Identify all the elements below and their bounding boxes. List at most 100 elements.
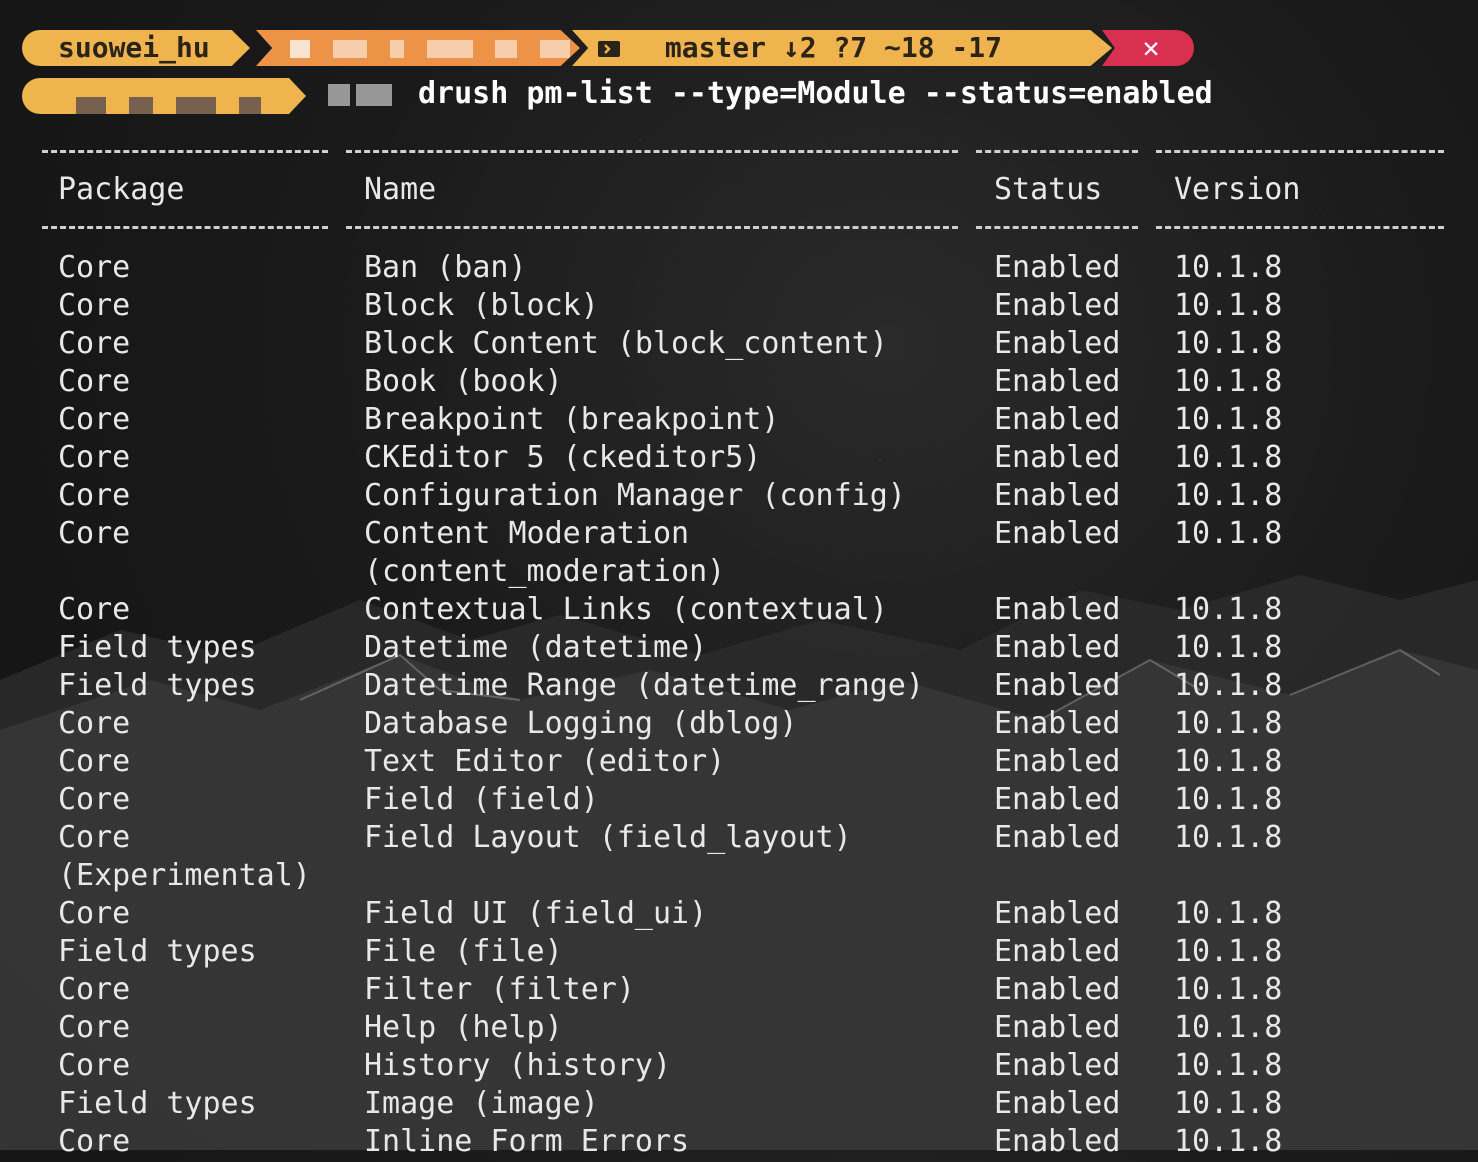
cell-version: 10.1.8 [1174,516,1283,551]
command-input[interactable]: drush pm-list --type=Module --status=ena… [418,76,1213,111]
cell-package: Core [58,782,131,817]
table-row: Field types Datetime Range (datetime_rang… [0,668,1478,706]
cell-version: 10.1.8 [1174,250,1283,285]
column-header-package: Package [58,172,185,207]
cell-status: Enabled [994,440,1121,475]
cell-name: CKEditor 5 (ckeditor5) [364,440,762,475]
cell-package: Core [58,326,131,361]
prompt-user: suowei_hu [58,31,210,64]
cell-name: Breakpoint (breakpoint) [364,402,780,437]
redacted-path [332,40,367,58]
cell-name: Block (block) [364,288,599,323]
prompt-directory-segment [256,30,580,66]
prompt-host-segment [22,78,306,114]
cell-name: Database Logging (dblog) [364,706,798,741]
table-row: Field types Image (image) Enabled 10.1.8 [0,1086,1478,1124]
table-rule [346,150,958,157]
table-rule [42,226,328,233]
table-row: Core CKEditor 5 (ckeditor5) Enabled 10.1.8 [0,440,1478,478]
cell-status: Enabled [994,250,1121,285]
cell-version: 10.1.8 [1174,934,1283,969]
cell-version: 10.1.8 [1174,668,1283,703]
cell-status: Enabled [994,1048,1121,1083]
cell-version: 10.1.8 [1174,820,1283,855]
cell-package: Core [58,1124,131,1159]
cell-package: Field types [58,934,257,969]
cell-package: Core [58,440,131,475]
table-rule [1156,150,1444,157]
cell-version: 10.1.8 [1174,782,1283,817]
redacted-prompt-symbol [328,84,400,110]
table-row: Core Field UI (field_ui) Enabled 10.1.8 [0,896,1478,934]
cell-package: Field types [58,1086,257,1121]
column-header-name: Name [364,172,437,207]
table-row: Core Ban (ban) Enabled 10.1.8 [0,250,1478,288]
table-row: Field types Datetime (datetime) Enabled 10.… [0,630,1478,668]
cell-status: Enabled [994,1124,1121,1159]
table-row: Core Breakpoint (breakpoint) Enabled 10.1.8 [0,402,1478,440]
cell-name: Field UI (field_ui) [364,896,708,931]
table-row: Core Text Editor (editor) Enabled 10.1.8 [0,744,1478,782]
cell-version: 10.1.8 [1174,288,1283,323]
cell-package: Core [58,478,131,513]
cell-name: File (file) [364,934,563,969]
folder-icon [290,40,310,58]
column-header-status: Status [994,172,1103,207]
terminal-window[interactable]: suowei_hu master ↓2 ?7 ~18 -17 ✕ drush p… [0,0,1478,1159]
table-rule [42,150,328,157]
cell-name: Datetime (datetime) [364,630,708,665]
cell-version: 10.1.8 [1174,1048,1283,1083]
cell-name: Configuration Manager (config) [364,478,906,513]
cell-package: Core [58,250,131,285]
table-row: Core Inline Form Errors Enabled 10.1.8 [0,1124,1478,1162]
cell-name: Block Content (block_content) [364,326,888,361]
cell-version: 10.1.8 [1174,364,1283,399]
table-row: Core Block (block) Enabled 10.1.8 [0,288,1478,326]
prompt-user-segment: suowei_hu [22,30,250,66]
table-row: (Experimental) [0,858,1478,896]
cell-package: Core [58,972,131,1007]
close-icon: ✕ [1142,31,1160,64]
cell-status: Enabled [994,402,1121,437]
cell-package: Core [58,402,131,437]
cell-status: Enabled [994,668,1121,703]
cell-status: Enabled [994,972,1121,1007]
cell-status: Enabled [994,1086,1121,1121]
cell-status: Enabled [994,1010,1121,1045]
table-row: Core Field (field) Enabled 10.1.8 [0,782,1478,820]
cell-status: Enabled [994,744,1121,779]
cell-package: Core [58,706,131,741]
cell-version: 10.1.8 [1174,402,1283,437]
cell-name: History (history) [364,1048,672,1083]
table-row: Core Book (book) Enabled 10.1.8 [0,364,1478,402]
table-row: Core Database Logging (dblog) Enabled 10.1.… [0,706,1478,744]
cell-name: Image (image) [364,1086,599,1121]
prompt-git-segment: master ↓2 ?7 ~18 -17 [572,30,1112,66]
cell-status: Enabled [994,934,1121,969]
cell-name: Help (help) [364,1010,563,1045]
redacted-host [76,97,106,114]
cell-name: Contextual Links (contextual) [364,592,888,627]
cell-package: Core [58,288,131,323]
cell-status: Enabled [994,478,1121,513]
cell-name: Content Moderation [364,516,690,551]
cell-name: Ban (ban) [364,250,527,285]
cell-name: Field (field) [364,782,599,817]
cell-version: 10.1.8 [1174,896,1283,931]
cell-version: 10.1.8 [1174,1010,1283,1045]
cell-version: 10.1.8 [1174,1124,1283,1159]
cell-status: Enabled [994,326,1121,361]
cell-status: Enabled [994,516,1121,551]
cell-version: 10.1.8 [1174,972,1283,1007]
cell-package: Core [58,516,131,551]
table-row: Core History (history) Enabled 10.1.8 [0,1048,1478,1086]
table-rule [346,226,958,233]
cell-version: 10.1.8 [1174,706,1283,741]
cell-name: Inline Form Errors [364,1124,690,1159]
cell-package: Core [58,592,131,627]
table-rule [976,150,1138,157]
cell-name: Book (book) [364,364,563,399]
table-row: Core Contextual Links (contextual) Enabled… [0,592,1478,630]
cell-package: (Experimental) [58,858,311,893]
cell-package: Core [58,1048,131,1083]
